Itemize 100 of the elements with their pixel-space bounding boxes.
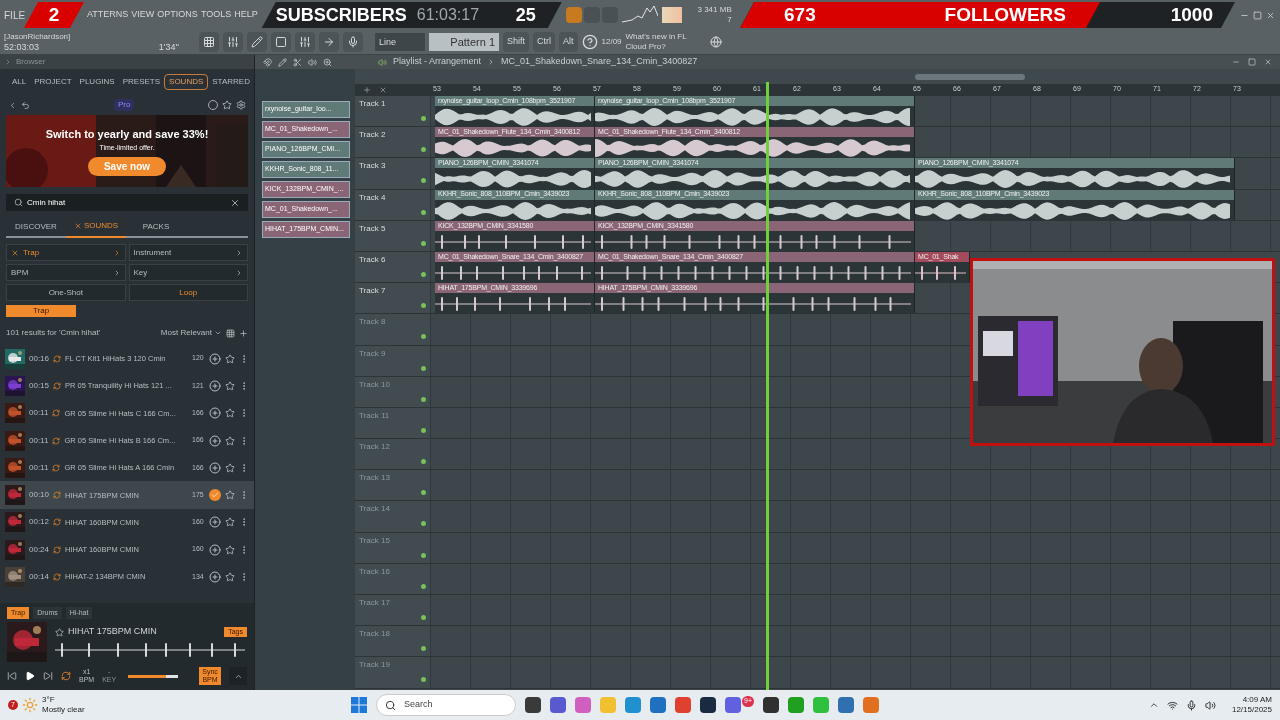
star-icon[interactable] [55, 627, 64, 637]
browser-tab[interactable]: ALL [8, 74, 31, 90]
star-icon[interactable] [225, 353, 235, 364]
mute-indicator[interactable] [421, 209, 426, 215]
track-name[interactable]: Track 4 [359, 191, 386, 204]
track-name[interactable]: Track 5 [359, 222, 386, 235]
track-name[interactable]: Track 16 [359, 565, 390, 578]
playlist-tool-icon[interactable] [278, 57, 287, 67]
add-icon[interactable] [209, 379, 221, 392]
menu-item[interactable]: VIEW [131, 8, 155, 22]
play-icon[interactable] [25, 671, 35, 681]
add-icon[interactable] [209, 516, 221, 529]
star-icon[interactable] [222, 100, 232, 110]
maximize-icon[interactable] [1253, 10, 1262, 20]
scrollbar-thumb[interactable] [915, 73, 1025, 80]
close-icon[interactable] [1266, 10, 1275, 20]
track-name[interactable]: Track 6 [359, 253, 386, 266]
track-name[interactable]: Track 9 [359, 347, 386, 360]
mute-indicator[interactable] [421, 459, 426, 465]
playlist-tool-icon[interactable] [308, 57, 317, 67]
mute-indicator[interactable] [421, 427, 426, 433]
mute-indicator[interactable] [421, 303, 426, 309]
playlist-tool-icon[interactable] [263, 57, 272, 67]
star-icon[interactable] [225, 490, 235, 501]
track-name[interactable]: Track 8 [359, 316, 386, 329]
track-name[interactable]: Track 3 [359, 160, 386, 173]
mute-indicator[interactable] [421, 615, 426, 620]
track-name[interactable]: Track 11 [359, 409, 390, 422]
filter-dropdown[interactable]: Instrument [128, 244, 248, 261]
filter-toggle[interactable]: Loop [128, 284, 248, 301]
mute-indicator[interactable] [421, 271, 426, 277]
mute-indicator[interactable] [421, 334, 426, 340]
back-icon[interactable] [8, 100, 17, 110]
browser-tab[interactable]: SOUNDS [164, 74, 209, 90]
filter-dropdown[interactable]: Key [128, 264, 248, 281]
close-icon[interactable] [1264, 58, 1272, 66]
toolbar-button[interactable] [199, 32, 219, 52]
toolbar-button[interactable] [223, 32, 243, 52]
playlist-tool-icon[interactable] [293, 57, 302, 67]
add-icon[interactable] [209, 434, 221, 447]
toolbar-button[interactable] [271, 32, 291, 52]
star-icon[interactable] [225, 544, 235, 555]
star-icon[interactable] [225, 572, 235, 582]
toolbar-button[interactable] [247, 32, 267, 52]
sound-search-field[interactable]: Cmin hihat [6, 194, 248, 211]
menu-item[interactable]: TOOLS [200, 8, 232, 22]
mute-indicator[interactable] [421, 147, 426, 153]
menu-item[interactable]: ATTERNS [87, 8, 129, 22]
add-icon[interactable] [239, 328, 248, 338]
settings-icon[interactable] [236, 100, 246, 110]
toolbar-button[interactable] [319, 32, 339, 52]
taskbar-app-icon[interactable] [650, 697, 666, 713]
taskbar-app-icon[interactable] [763, 697, 779, 713]
toolbar-button[interactable] [295, 32, 315, 52]
star-icon[interactable] [225, 380, 235, 391]
grid-icon[interactable] [226, 328, 235, 338]
track-name[interactable]: Track 2 [359, 129, 386, 142]
playlist-tool-icon[interactable] [323, 57, 332, 67]
expand-icon[interactable] [4, 58, 12, 66]
track-name[interactable]: Track 17 [359, 597, 390, 609]
track-name[interactable]: Track 13 [359, 472, 390, 485]
filter-toggle[interactable]: One-Shot [6, 284, 126, 301]
filter-dropdown[interactable]: Trap [6, 244, 126, 261]
mute-indicator[interactable] [421, 178, 426, 184]
mute-indicator[interactable] [421, 116, 426, 121]
start-icon[interactable] [351, 697, 367, 713]
browser-tab[interactable]: PROJECT [30, 74, 76, 90]
mute-indicator[interactable] [421, 552, 426, 558]
menu-item[interactable]: OPTIONS [157, 8, 198, 22]
volume-icon[interactable] [1204, 699, 1216, 711]
volume-slider[interactable] [128, 674, 179, 678]
taskbar-search-field[interactable]: Search [376, 694, 516, 716]
star-icon[interactable] [225, 462, 235, 473]
browser-subtab[interactable]: PACKS [126, 216, 186, 238]
track-name[interactable]: Track 19 [359, 659, 390, 672]
track-name[interactable]: Track 10 [359, 378, 390, 391]
track-name[interactable]: Track 15 [359, 534, 390, 547]
star-icon[interactable] [225, 435, 235, 446]
track-name[interactable]: Track 14 [359, 503, 390, 516]
sort-dropdown[interactable]: Most Relevant [160, 327, 222, 339]
undo-icon[interactable] [21, 100, 30, 110]
add-icon[interactable] [209, 571, 221, 583]
add-icon[interactable] [209, 461, 221, 474]
next-icon[interactable] [43, 671, 53, 681]
filter-dropdown[interactable]: BPM [6, 264, 126, 281]
taskbar-app-icon[interactable] [838, 697, 854, 713]
remove-icon[interactable] [379, 86, 387, 94]
track-name[interactable]: Track 12 [359, 441, 390, 454]
add-icon[interactable] [209, 352, 221, 365]
taskbar-app-icon[interactable] [700, 697, 716, 713]
speaker-icon[interactable] [378, 57, 387, 67]
modifier-key-button[interactable]: Shift [503, 32, 529, 52]
mute-indicator[interactable] [421, 396, 426, 402]
previous-icon[interactable] [7, 671, 17, 681]
globe-icon[interactable] [709, 36, 722, 48]
mute-indicator[interactable] [421, 521, 426, 527]
star-icon[interactable] [225, 517, 235, 528]
mute-indicator[interactable] [421, 677, 426, 683]
microphone-icon[interactable] [1185, 699, 1197, 711]
snap-dropdown[interactable]: Line [375, 33, 425, 51]
